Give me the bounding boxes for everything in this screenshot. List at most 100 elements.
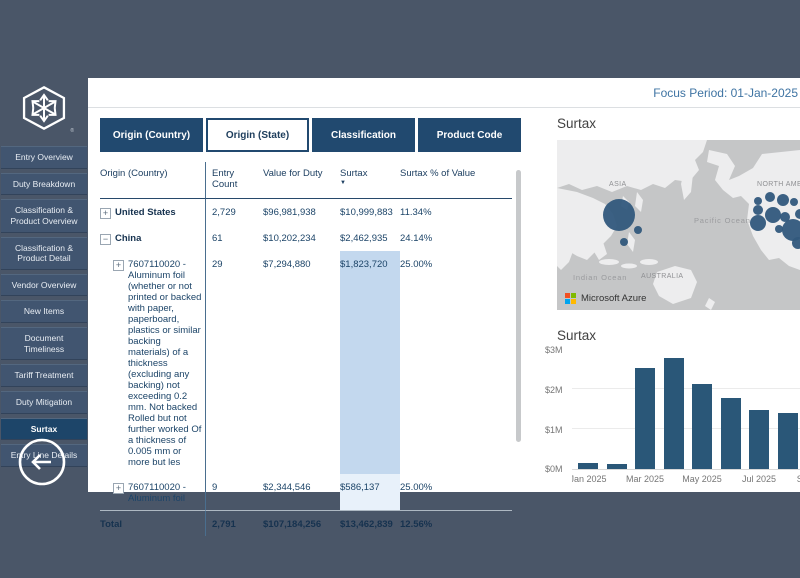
expand-icon[interactable]: + [100,208,111,219]
sidebar-item-duty-breakdown[interactable]: Duty Breakdown [1,173,87,196]
sidebar-item-classification-product-detail[interactable]: Classification & Product Detail [1,237,87,270]
map-bubble [790,198,798,206]
collapse-icon[interactable]: − [100,234,111,245]
col-header-origin-country[interactable]: Origin (Country) [100,162,205,199]
map-bubble [750,215,766,231]
cell-entry-count: 9 [205,474,263,510]
row-label: United States [115,207,203,218]
focus-period-bar: Focus Period: 01-Jan-2025 [88,78,800,108]
map-bubble [634,226,642,234]
cell-value-for-duty: $2,344,546 [263,474,340,510]
row-label: 7607110020 - Aluminum foil [128,482,203,504]
company-logo-icon: ® [18,84,70,132]
view-tabs: Origin (Country) Origin (State) Classifi… [100,118,521,152]
bar-jul-2025 [749,410,769,470]
map-label-asia: ASIA [609,181,627,188]
sidebar-item-tariff-treatment[interactable]: Tariff Treatment [1,364,87,387]
tab-product-code[interactable]: Product Code [418,118,521,152]
col-header-value-for-duty[interactable]: Value for Duty [263,162,340,199]
cell-surtax-highlighted: $1,823,720 [340,251,400,474]
microsoft-logo-icon [565,293,576,304]
bar-may-2025 [692,384,712,469]
cell-entry-count: 2,729 [205,199,263,225]
map-label-pacific-ocean: Pacific Ocean [694,216,751,225]
tab-classification[interactable]: Classification [312,118,415,152]
dashboard: ® Entry Overview Duty Breakdown Classifica… [0,0,800,578]
surtax-matrix: Origin (Country) Entry Count Value for D… [100,162,512,536]
expand-icon[interactable]: + [113,260,124,271]
total-label: Total [100,510,205,536]
sidebar-item-classification-product-overview[interactable]: Classification & Product Overview [1,199,87,232]
table-row-label: + United States [100,199,205,225]
sidebar-item-entry-overview[interactable]: Entry Overview [1,146,87,169]
map-bubble [765,207,781,223]
sidebar: ® Entry Overview Duty Breakdown Classifica… [0,0,88,578]
col-header-surtax-pct[interactable]: Surtax % of Value [400,162,512,199]
cell-value-for-duty: $7,294,880 [263,251,340,474]
surtax-map[interactable]: ASIA NORTH AMERICA Pacific Ocean Indian … [557,140,800,310]
row-label: 7607110020 - Aluminum foil (whether or n… [128,259,203,468]
cell-value-for-duty: $10,202,234 [263,225,340,251]
total-entry-count: 2,791 [205,510,263,536]
col-header-surtax-label: Surtax [340,168,367,179]
map-title: Surtax [557,116,596,131]
total-surtax-pct: 12.56% [400,510,512,536]
gridline-2m [572,388,800,389]
sidebar-item-vendor-overview[interactable]: Vendor Overview [1,274,87,297]
table-row-label: − China [100,225,205,251]
y-tick-2m: $2M [545,385,569,395]
map-bubble [775,225,783,233]
col-header-entry-count[interactable]: Entry Count [205,162,263,199]
cell-surtax-pct: 25.00% [400,251,512,474]
sidebar-item-document-timeliness[interactable]: Document Timeliness [1,327,87,360]
map-bubble [620,238,628,246]
bar-chart-title: Surtax [557,328,596,343]
bar-feb-2025 [607,464,627,469]
sort-desc-icon: ▼ [340,180,398,186]
map-label-australia: AUSTRALIA [641,273,684,280]
back-button[interactable] [16,436,68,488]
map-bubble [777,194,789,206]
cell-surtax-highlighted: $586,137 [340,474,400,510]
azure-attribution: Microsoft Azure [565,293,646,304]
surtax-bar-chart[interactable] [572,350,800,470]
y-tick-1m: $1M [545,425,569,435]
sidebar-item-duty-mitigation[interactable]: Duty Mitigation [1,391,87,414]
cell-surtax: $10,999,883 [340,199,400,225]
map-label-indian-ocean: Indian Ocean [573,273,627,282]
table-row-label: + 7607110020 - Aluminum foil [100,474,205,510]
cell-value-for-duty: $96,981,938 [263,199,340,225]
world-map [557,140,800,310]
y-tick-0m: $0M [545,464,569,474]
tab-origin-state[interactable]: Origin (State) [206,118,309,152]
cell-surtax-pct: 25.00% [400,474,512,510]
map-label-north-america: NORTH AMERICA [757,181,800,188]
focus-period-label: Focus Period: 01-Jan-2025 [653,86,798,100]
total-value-for-duty: $107,184,256 [263,510,340,536]
col-header-surtax[interactable]: Surtax ▼ [340,162,400,199]
total-surtax: $13,462,839 [340,510,400,536]
map-bubble [603,199,635,231]
table-scrollbar[interactable] [516,170,521,442]
x-tick-label: Jul 2025 [729,474,789,484]
bar-apr-2025 [664,358,684,469]
x-axis-labels: Jan 2025Mar 2025May 2025Jul 2025Sep 2025 [572,474,800,488]
x-tick-label: Sep 2025 [786,474,800,484]
x-tick-label: May 2025 [672,474,732,484]
expand-icon[interactable]: + [113,483,124,494]
cell-entry-count: 61 [205,225,263,251]
tab-origin-country[interactable]: Origin (Country) [100,118,203,152]
x-tick-label: Jan 2025 [572,474,618,484]
report-canvas: Focus Period: 01-Jan-2025 Origin (Countr… [88,78,800,492]
bar-mar-2025 [635,368,655,469]
map-bubble [765,192,775,202]
cell-entry-count: 29 [205,251,263,474]
table-row-label: + 7607110020 - Aluminum foil (whether or… [100,251,205,474]
x-tick-label: Mar 2025 [615,474,675,484]
cell-surtax-pct: 11.34% [400,199,512,225]
bar-jan-2025 [578,463,598,469]
sidebar-item-new-items[interactable]: New Items [1,300,87,323]
row-label: China [115,233,203,244]
map-bubble [754,197,762,205]
bar-aug-2025 [778,413,798,469]
